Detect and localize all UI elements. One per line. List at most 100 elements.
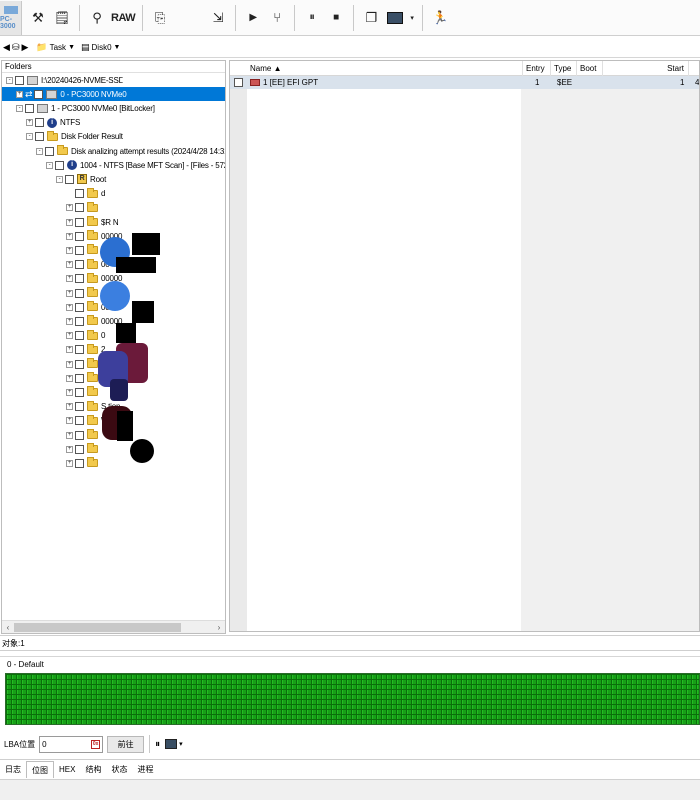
tab-1[interactable]: 位图 xyxy=(26,761,54,778)
expand-icon[interactable]: + xyxy=(66,417,73,425)
tree-node[interactable]: + xyxy=(2,385,101,399)
tree-checkbox[interactable] xyxy=(75,245,84,255)
back-icon[interactable]: ◀ xyxy=(3,42,10,53)
tree-checkbox[interactable] xyxy=(75,444,84,454)
scrollbar-thumb[interactable] xyxy=(14,623,181,632)
tree-checkbox[interactable] xyxy=(34,89,44,99)
tree-node[interactable]: +00 xyxy=(2,258,110,272)
tree-checkbox[interactable] xyxy=(75,217,84,227)
tree-checkbox[interactable] xyxy=(35,132,44,142)
expand-icon[interactable]: + xyxy=(66,445,73,453)
sector-map[interactable] xyxy=(5,673,700,725)
tree-icon[interactable]: ⑂ xyxy=(267,3,287,33)
tree-checkbox[interactable] xyxy=(75,274,84,284)
expand-icon[interactable]: + xyxy=(66,232,73,240)
tree-checkbox[interactable] xyxy=(75,203,84,213)
export-icon[interactable]: ⇲ xyxy=(208,3,228,33)
tree-node[interactable]: + $R N xyxy=(2,215,119,229)
tree-checkbox[interactable] xyxy=(55,160,64,170)
collapse-icon[interactable]: - xyxy=(6,76,13,84)
tree-checkbox[interactable] xyxy=(75,359,84,369)
column-start[interactable]: Start xyxy=(603,61,689,76)
forward-icon[interactable]: ▶ xyxy=(21,42,28,53)
collapse-icon[interactable]: - xyxy=(46,161,53,169)
tree-node[interactable]: +W xyxy=(2,414,109,428)
table-row[interactable]: 1 [EE] EFI GPT 1 $EE 1 4 xyxy=(230,76,699,89)
tree-node[interactable]: + ⇄ 0 - PC3000 NVMe0 xyxy=(2,87,225,102)
row-checkbox[interactable] xyxy=(234,78,243,87)
picture-icon[interactable] xyxy=(385,3,405,33)
tree-node[interactable]: - Disk Folder Result xyxy=(2,130,123,144)
expand-icon[interactable]: + xyxy=(66,459,73,467)
collapse-icon[interactable]: - xyxy=(36,147,43,155)
expand-icon[interactable]: + xyxy=(66,303,73,311)
collapse-icon[interactable]: - xyxy=(16,104,23,112)
expand-icon[interactable]: + xyxy=(66,289,73,297)
tree-node[interactable]: - I:\20240426-NVME-SSD512- xyxy=(2,73,140,87)
collapse-icon[interactable]: - xyxy=(56,175,63,183)
pages-icon[interactable]: ❐ xyxy=(361,3,381,33)
tab-4[interactable]: 状态 xyxy=(106,761,132,778)
chevron-down-icon[interactable]: ▾ xyxy=(409,3,415,33)
tab-0[interactable]: 日志 xyxy=(0,761,26,778)
chevron-down-icon[interactable]: ▾ xyxy=(179,740,183,748)
expand-icon[interactable]: + xyxy=(66,360,73,368)
column-name[interactable]: Name ▲ xyxy=(247,61,523,76)
tree-checkbox[interactable] xyxy=(75,345,84,355)
tree-node[interactable]: - 1 - PC3000 NVMe0 [BitLocker] xyxy=(2,101,155,115)
tree-node[interactable]: + xyxy=(2,357,101,371)
tree-node[interactable]: + xyxy=(2,201,101,215)
expand-icon[interactable]: + xyxy=(16,90,23,98)
task-dropdown[interactable]: 📁 Task ▼ xyxy=(36,42,75,53)
disk-dropdown[interactable]: ▤ Disk0 ▼ xyxy=(81,42,120,53)
tree-checkbox[interactable] xyxy=(65,174,74,184)
collapse-icon[interactable]: - xyxy=(26,133,33,141)
tree-checkbox[interactable] xyxy=(75,331,84,341)
tree-checkbox[interactable] xyxy=(75,302,84,312)
tab-3[interactable]: 结构 xyxy=(80,761,106,778)
tree-checkbox[interactable] xyxy=(35,118,44,128)
pause-icon[interactable]: ⏸ xyxy=(302,3,322,33)
column-boot[interactable]: Boot xyxy=(577,61,603,76)
tree-node[interactable]: +00 xyxy=(2,243,110,257)
expand-icon[interactable]: + xyxy=(66,346,73,354)
tree-node[interactable]: + xyxy=(2,428,101,442)
tree-node[interactable]: +i4 xyxy=(2,371,107,385)
scroll-right-icon[interactable]: › xyxy=(213,623,225,632)
tree-checkbox[interactable] xyxy=(75,316,84,326)
tree-checkbox[interactable] xyxy=(75,458,84,468)
tree-checkbox[interactable] xyxy=(75,373,84,383)
run-icon[interactable]: 🏃 xyxy=(430,3,450,33)
tree-checkbox[interactable] xyxy=(25,103,34,113)
raw-button[interactable]: RAW xyxy=(111,3,136,33)
expand-icon[interactable]: + xyxy=(66,388,73,396)
folders-horizontal-scrollbar[interactable]: ‹ › xyxy=(2,620,225,633)
column-entry[interactable]: Entry xyxy=(523,61,551,76)
play-icon[interactable]: ▶ xyxy=(243,3,263,33)
expand-icon[interactable]: + xyxy=(66,275,73,283)
hex-mode-icon[interactable]: 0x xyxy=(91,739,101,749)
document-icon[interactable]: 🗒 xyxy=(52,3,72,33)
tree-checkbox[interactable] xyxy=(75,260,84,270)
tree-checkbox[interactable] xyxy=(75,288,84,298)
tree-checkbox[interactable] xyxy=(75,416,84,426)
tree-checkbox[interactable] xyxy=(75,189,84,199)
expand-icon[interactable]: + xyxy=(66,431,73,439)
tree-node[interactable]: +2 xyxy=(2,343,105,357)
tree-node[interactable]: +00000 xyxy=(2,314,122,328)
tree-node[interactable]: - Disk analizing attempt results (2024/4/… xyxy=(2,144,225,158)
tree-node[interactable]: +00 xyxy=(2,286,110,300)
picture-icon[interactable] xyxy=(165,739,178,749)
expand-icon[interactable]: + xyxy=(66,218,73,226)
expand-icon[interactable]: + xyxy=(66,246,73,254)
tree-checkbox[interactable] xyxy=(75,387,84,397)
pause-icon[interactable]: ⏸ xyxy=(155,739,160,750)
tree-node[interactable]: - i 1004 - NTFS [Base MFT Scan] - [Files -… xyxy=(2,158,225,172)
stop-icon[interactable]: ■ xyxy=(326,3,346,33)
tree-node[interactable]: + xyxy=(2,442,101,456)
tree-checkbox[interactable] xyxy=(75,430,84,440)
tree-node[interactable]: d xyxy=(2,187,105,201)
tab-2[interactable]: HEX xyxy=(54,761,80,778)
tree-node[interactable]: +0 xyxy=(2,329,105,343)
expand-icon[interactable]: + xyxy=(66,261,73,269)
